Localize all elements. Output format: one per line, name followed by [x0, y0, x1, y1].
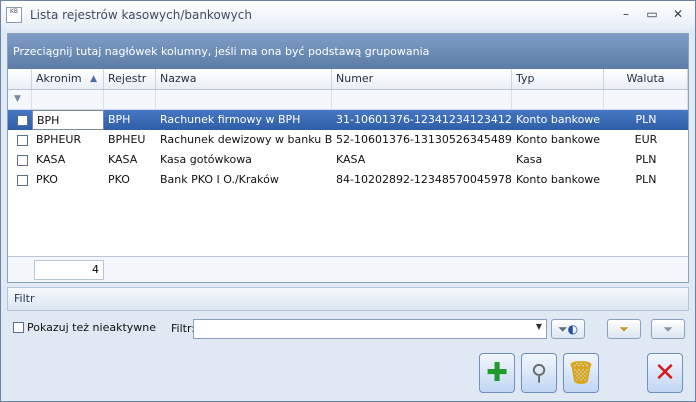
header-rejestr[interactable]: Rejestr — [104, 69, 156, 89]
trash-icon: 🗑 — [567, 360, 595, 386]
filter-section: Pokazuj też nieaktywne Filtr: ▼ ⏷◐ ⏷ ⏷ — [7, 313, 689, 345]
cell-rejestr: BPHEU — [108, 133, 146, 146]
edit-button[interactable]: ⚲ — [521, 353, 557, 393]
filter-builder-button[interactable]: ⏷ — [607, 319, 641, 339]
sort-asc-icon: ▲ — [90, 74, 97, 84]
add-button[interactable]: ✚ — [479, 353, 515, 393]
cell-waluta: PLN — [635, 113, 657, 126]
filter-label: Filtr: — [171, 322, 195, 335]
filter-combo[interactable]: ▼ — [193, 319, 547, 339]
registers-grid: Przeciągnij tutaj nagłówek kolumny, jeśl… — [7, 33, 689, 283]
filter-section-header[interactable]: Filtr — [7, 287, 689, 311]
funnel-icon: ⏷ — [557, 322, 568, 336]
cell-numer: 84-10202892-1234857004597854 — [336, 173, 512, 186]
cell-rejestr: BPH — [108, 113, 131, 126]
cell-typ: Kasa — [516, 153, 543, 166]
filter-typ[interactable] — [512, 90, 604, 109]
row-checkbox[interactable] — [8, 110, 32, 130]
header-typ[interactable]: Typ — [512, 69, 604, 89]
cell-numer: 52-10601376-1313052634548957 — [336, 133, 512, 146]
clear-filter-button[interactable]: ⏷ — [651, 319, 685, 339]
grid-header: Akronim ▲ Rejestr Nazwa Numer Typ Waluta — [8, 69, 688, 90]
cell-typ: Konto bankowe — [516, 113, 601, 126]
filter-waluta[interactable] — [604, 90, 688, 109]
cell-numer: KASA — [336, 153, 366, 166]
grid-filter-row: ▼ — [8, 90, 688, 110]
cell-nazwa: Kasa gotówkowa — [160, 153, 252, 166]
row-checkbox[interactable] — [8, 130, 32, 150]
header-checkbox-col[interactable] — [8, 69, 32, 89]
cell-akronim[interactable]: BPH — [32, 110, 104, 130]
row-checkbox[interactable] — [8, 150, 32, 170]
checkbox-icon[interactable] — [13, 322, 24, 333]
table-row[interactable]: BPHEUR BPHEU Rachunek dewizowy w banku B… — [8, 130, 688, 150]
filter-nazwa[interactable] — [156, 90, 332, 109]
record-count: 4 — [34, 260, 104, 280]
funnel-clear-icon: ⏷ — [663, 322, 673, 336]
filter-akronim[interactable] — [32, 90, 104, 109]
cell-nazwa: Rachunek dewizowy w banku BPH — [160, 133, 332, 146]
header-akronim[interactable]: Akronim ▲ — [32, 69, 104, 89]
table-row[interactable]: KASA KASA Kasa gotówkowa KASA Kasa PLN — [8, 150, 688, 170]
magnifier-icon: ⚲ — [530, 360, 548, 386]
title-bar: KB Lista rejestrów kasowych/bankowych – … — [1, 1, 695, 29]
cell-numer: 31-10601376-1234123412341234 — [336, 113, 512, 126]
window-title: Lista rejestrów kasowych/bankowych — [30, 8, 252, 22]
close-window-button[interactable]: ✕ — [667, 5, 689, 23]
minimize-button[interactable]: – — [615, 5, 637, 23]
table-row[interactable]: PKO PKO Bank PKO I O./Kraków 84-10202892… — [8, 170, 688, 190]
close-button[interactable]: ✕ — [647, 353, 683, 393]
app-icon: KB — [6, 7, 22, 23]
filter-rejestr[interactable] — [104, 90, 156, 109]
row-checkbox[interactable] — [8, 170, 32, 190]
cell-typ: Konto bankowe — [516, 133, 601, 146]
cell-akronim: KASA — [36, 153, 66, 166]
table-row[interactable]: BPH BPH Rachunek firmowy w BPH 31-106013… — [8, 110, 688, 130]
group-by-bar[interactable]: Przeciągnij tutaj nagłówek kolumny, jeśl… — [8, 34, 688, 69]
show-inactive-checkbox[interactable]: Pokazuj też nieaktywne — [13, 321, 156, 334]
maximize-button[interactable]: ▭ — [641, 5, 663, 23]
cell-akronim: PKO — [36, 173, 58, 186]
add-icon: ✚ — [486, 358, 508, 388]
filter-funnel-icon: ▼ — [14, 94, 21, 104]
cell-nazwa: Bank PKO I O./Kraków — [160, 173, 279, 186]
cell-nazwa: Rachunek firmowy w BPH — [160, 113, 301, 126]
show-inactive-label: Pokazuj też nieaktywne — [27, 321, 157, 334]
close-icon: ✕ — [654, 358, 676, 388]
cell-akronim: BPHEUR — [36, 133, 82, 146]
chevron-down-icon[interactable]: ▼ — [536, 322, 542, 331]
cell-waluta: PLN — [635, 173, 657, 186]
grid-footer: 4 — [8, 256, 688, 282]
cell-rejestr: KASA — [108, 153, 138, 166]
apply-filter-button[interactable]: ⏷◐ — [551, 319, 585, 339]
header-nazwa[interactable]: Nazwa — [156, 69, 332, 89]
filter-row-icon-cell: ▼ — [8, 90, 32, 109]
cell-typ: Konto bankowe — [516, 173, 601, 186]
header-waluta[interactable]: Waluta — [604, 69, 688, 89]
cell-waluta: PLN — [635, 153, 657, 166]
main-window: KB Lista rejestrów kasowych/bankowych – … — [0, 0, 696, 402]
cell-waluta: EUR — [634, 133, 658, 146]
delete-button[interactable]: 🗑 — [563, 353, 599, 393]
header-numer[interactable]: Numer — [332, 69, 512, 89]
moon-icon: ◐ — [567, 322, 579, 336]
funnel-edit-icon: ⏷ — [619, 322, 629, 336]
filter-numer[interactable] — [332, 90, 512, 109]
cell-rejestr: PKO — [108, 173, 130, 186]
